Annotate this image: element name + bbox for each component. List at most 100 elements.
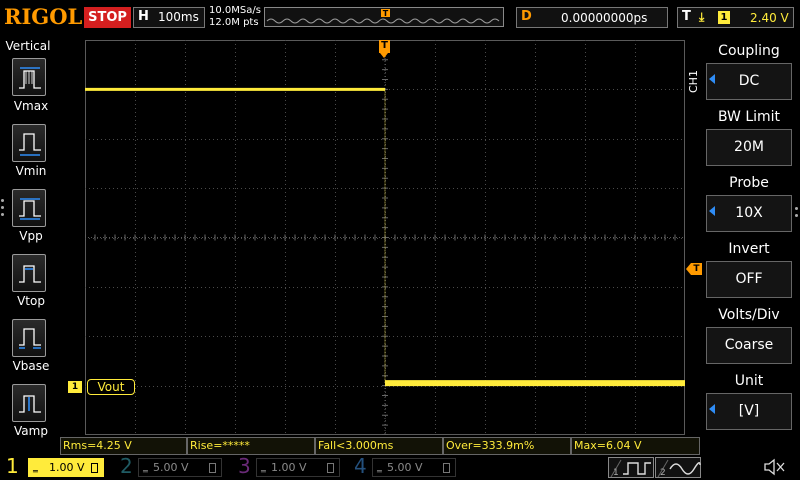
brand-logo: RIGOL: [4, 4, 83, 29]
measurement-bar: Rms=4.25 V Rise=***** Fall<3.000ms Over=…: [60, 437, 700, 455]
ch3-scale: 1.00 V: [271, 461, 307, 474]
delay-key: D: [521, 9, 532, 24]
trigger-position-marker[interactable]: T: [379, 40, 390, 53]
ch3-number: 3: [238, 454, 251, 478]
probe-icon: [443, 463, 450, 473]
trigger-source: 1: [718, 11, 730, 24]
vpp-icon: [19, 198, 41, 220]
ch3-tab[interactable]: 3 ═ 1.00 V: [236, 454, 340, 479]
ch4-scale: 5.00 V: [387, 461, 423, 474]
trigger-display[interactable]: T ⤓ 1 2.40 V: [677, 7, 794, 28]
unit-value: [V]: [706, 393, 792, 430]
ch1-offset-marker[interactable]: 1: [68, 381, 82, 393]
channel-menu-label: CH1: [687, 70, 700, 93]
unit-title: Unit: [734, 373, 764, 389]
vmin-label: Vmin: [15, 164, 47, 178]
bw-limit-value: 20M: [706, 129, 792, 166]
sample-rate: 10.0MSa/s: [209, 5, 261, 16]
menu-title: Vertical: [5, 39, 51, 53]
ch3-scale-box: ═ 1.00 V: [256, 458, 340, 477]
vmax-label: Vmax: [13, 99, 49, 113]
svg-text:1: 1: [613, 468, 619, 478]
dc-coupling-icon: ═: [377, 467, 382, 476]
bw-limit-title: BW Limit: [717, 109, 781, 125]
trigger-level-tag: T: [691, 263, 702, 275]
volts-div-button[interactable]: Volts/Div Coarse: [704, 304, 794, 367]
measurement-rise[interactable]: Rise=*****: [187, 437, 315, 455]
unit-arrow-icon: [709, 404, 715, 414]
coupling-button[interactable]: Coupling DC: [704, 40, 794, 103]
right-page-dots-icon: [795, 207, 798, 221]
probe-button[interactable]: Probe 10X: [704, 172, 794, 235]
vpp-button[interactable]: [12, 189, 46, 227]
probe-icon: [209, 463, 216, 473]
dc-coupling-icon: ═: [143, 467, 148, 476]
acquisition-info: 10.0MSa/s 12.0M pts: [209, 5, 261, 29]
probe-icon: [327, 463, 334, 473]
ch2-scale: 5.00 V: [153, 461, 189, 474]
vamp-label: Vamp: [14, 424, 48, 438]
falling-edge-icon: ⤓: [699, 10, 705, 24]
trigger-level-marker[interactable]: T: [686, 263, 702, 275]
run-stop-indicator[interactable]: STOP: [84, 7, 131, 28]
trigger-key: T: [682, 9, 691, 24]
ch2-scale-box: ═ 5.00 V: [138, 458, 222, 477]
vmax-button[interactable]: [12, 58, 46, 96]
measurement-fall[interactable]: Fall<3.000ms: [315, 437, 443, 455]
unit-button[interactable]: Unit [V]: [704, 370, 794, 433]
delay-value: 0.00000000ps: [561, 11, 648, 25]
ch1-scale-box: ═ 1.00 V: [28, 458, 104, 477]
ch1-tab[interactable]: 1 ═ 1.00 V: [4, 454, 104, 479]
probe-arrow-icon: [709, 206, 715, 216]
svg-text:T: T: [383, 9, 389, 18]
invert-title: Invert: [728, 241, 770, 257]
probe-icon: [91, 463, 98, 473]
probe-value: 10X: [706, 195, 792, 232]
vbase-label: Vbase: [12, 359, 50, 373]
coupling-value: DC: [706, 63, 792, 100]
coupling-arrow-icon: [709, 74, 715, 84]
volts-div-value: Coarse: [706, 327, 792, 364]
horizontal-delay-display[interactable]: D 0.00000000ps: [516, 7, 668, 28]
ch4-scale-box: ═ 5.00 V: [372, 458, 456, 477]
measurement-overshoot[interactable]: Over=333.9m%: [443, 437, 571, 455]
volts-div-title: Volts/Div: [718, 307, 780, 323]
vbase-icon: [19, 328, 41, 349]
probe-title: Probe: [729, 175, 769, 191]
ch4-number: 4: [354, 454, 367, 478]
measurement-rms[interactable]: Rms=4.25 V: [60, 437, 187, 455]
invert-button[interactable]: Invert OFF: [704, 238, 794, 301]
top-status-bar: RIGOL STOP H 100ms 10.0MSa/s 12.0M pts T…: [0, 0, 800, 36]
vtop-button[interactable]: [12, 254, 46, 292]
left-page-dots-icon: [1, 199, 5, 220]
svg-text:2: 2: [660, 468, 666, 478]
source2-sine-wave-icon[interactable]: 2: [655, 457, 701, 478]
channel-status-bar: 1 ═ 1.00 V 2 ═ 5.00 V 3 ═ 1.00 V 4 ═ 5.0…: [0, 454, 800, 480]
measurement-max[interactable]: Max=6.04 V: [571, 437, 700, 455]
vamp-button[interactable]: [12, 384, 46, 422]
vertical-measure-menu: Vertical Vmax Vmin Vpp Vtop Vbase Vamp: [0, 36, 56, 438]
ch2-number: 2: [120, 454, 133, 478]
vbase-button[interactable]: [12, 319, 46, 357]
vpp-label: Vpp: [19, 229, 43, 243]
memory-waveform-overview: T: [264, 7, 504, 27]
trigger-position-arrow-icon: [380, 53, 388, 58]
dc-coupling-icon: ═: [261, 467, 266, 476]
source1-pulse-wave-icon[interactable]: 1: [608, 457, 654, 478]
ch4-tab[interactable]: 4 ═ 5.00 V: [352, 454, 456, 479]
coupling-title: Coupling: [718, 43, 780, 59]
ch1-number: 1: [6, 454, 19, 478]
timebase-display[interactable]: H 100ms: [133, 7, 205, 28]
ch1-scale: 1.00 V: [49, 461, 85, 474]
vmin-icon: [19, 133, 41, 156]
memory-depth: 12.0M pts: [209, 17, 259, 28]
timebase-value: 100ms: [158, 10, 199, 24]
vtop-label: Vtop: [17, 294, 45, 308]
invert-value: OFF: [706, 261, 792, 298]
speaker-muted-icon[interactable]: [762, 457, 788, 477]
bw-limit-button[interactable]: BW Limit 20M: [704, 106, 794, 169]
trigger-level: 2.40 V: [750, 11, 789, 25]
dc-coupling-icon: ═: [33, 467, 38, 476]
ch2-tab[interactable]: 2 ═ 5.00 V: [118, 454, 222, 479]
vmin-button[interactable]: [12, 124, 46, 162]
